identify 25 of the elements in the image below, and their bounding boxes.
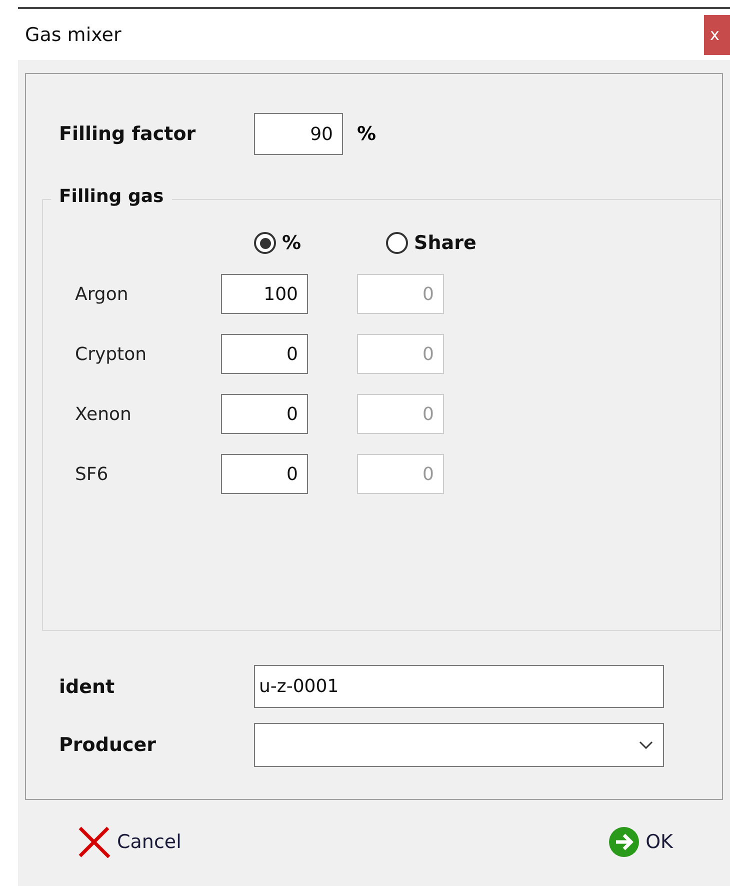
close-button[interactable]: x — [704, 14, 730, 54]
cancel-button[interactable]: Cancel — [71, 822, 188, 862]
filling-factor-field[interactable]: 90 — [254, 113, 343, 155]
gas-label: Crypton — [74, 344, 148, 364]
window-title: Gas mixer — [24, 24, 122, 46]
percent-field[interactable]: 100 — [221, 274, 308, 314]
percent-field[interactable]: 0 — [221, 334, 308, 374]
gas-label: Xenon — [74, 404, 132, 424]
gas-label: Argon — [74, 284, 130, 304]
arrow-right-icon — [608, 826, 640, 858]
chevron-down-icon — [639, 741, 653, 749]
percent-field[interactable]: 0 — [221, 394, 308, 434]
gas-label: SF6 — [74, 464, 110, 484]
radio-button[interactable]: Share — [386, 232, 476, 254]
unit-label: % — [357, 123, 376, 145]
group-title: Filling gas — [51, 186, 172, 207]
field-label: ident — [59, 676, 116, 698]
ok-button[interactable]: OK — [602, 822, 679, 862]
field-label: Producer — [59, 734, 157, 756]
radio-button[interactable]: % — [254, 232, 302, 254]
field-label: Filling factor — [59, 123, 197, 145]
cross-icon — [77, 826, 111, 858]
producer-dropdown[interactable] — [254, 723, 664, 767]
ident-field[interactable]: u-z-0001 — [254, 665, 664, 708]
percent-field[interactable]: 0 — [221, 454, 308, 494]
